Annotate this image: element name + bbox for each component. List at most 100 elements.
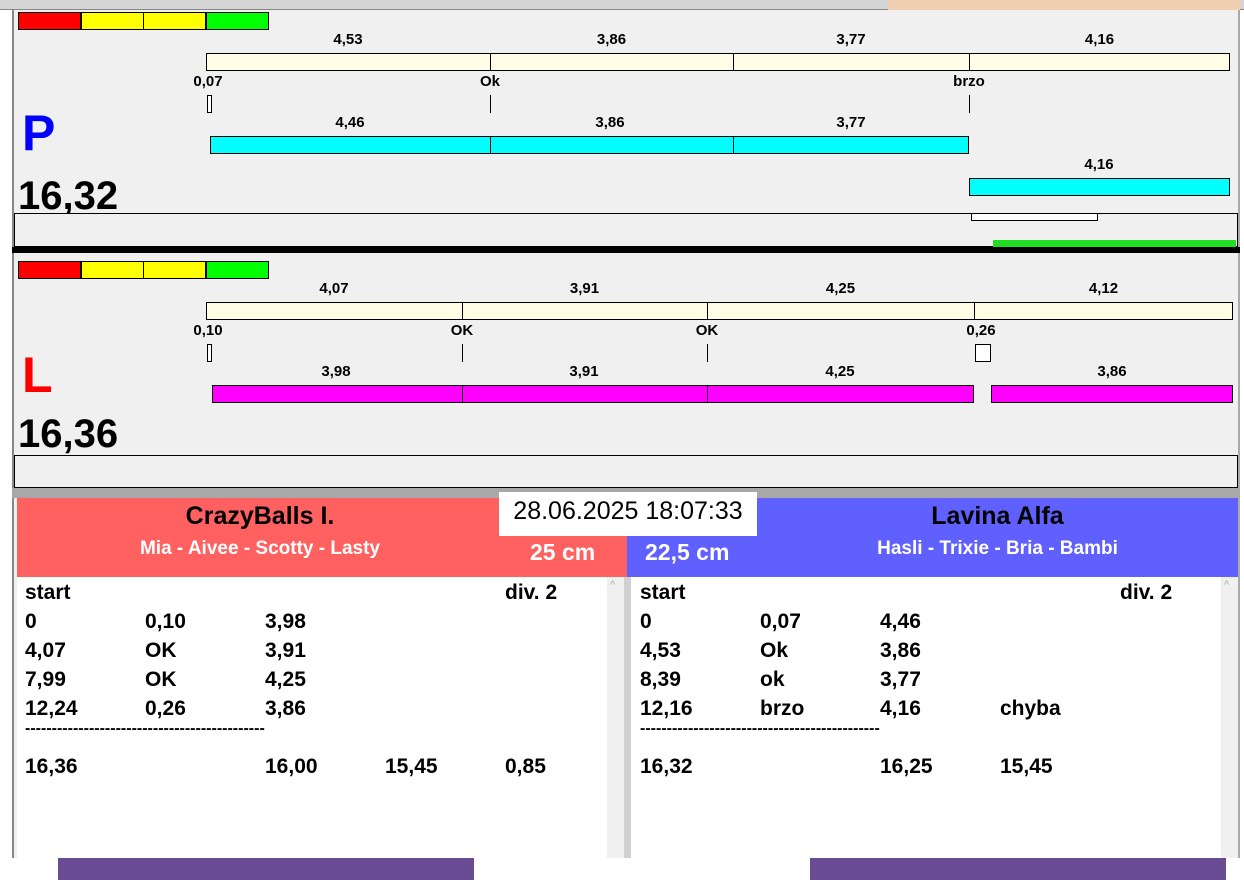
result-cell: OK (145, 668, 177, 691)
split-divider (974, 302, 975, 320)
background-banner-right (810, 858, 1226, 880)
result-cell: 0,10 (145, 610, 186, 633)
right-scrollbar[interactable]: ^ (1221, 577, 1238, 858)
run-time-label: 4,16 (1084, 156, 1114, 173)
split-divider (490, 53, 491, 71)
scroll-up-icon[interactable]: ^ (1224, 579, 1229, 591)
total-cell: 15,45 (385, 755, 438, 778)
run-bar (210, 136, 969, 154)
run-time-label: 3,77 (836, 114, 866, 131)
left-team-dogs: Mia - Aivee - Scotty - Lasty (139, 538, 381, 559)
timestamp: 28.06.2025 18:07:33 (499, 492, 757, 536)
exchange-tick (490, 95, 491, 113)
result-cell: 4,07 (25, 639, 66, 662)
right-team-dogs: Hasli - Trixie - Bria - Bambi (877, 538, 1118, 559)
exchange-marker-label: 0,26 (966, 322, 996, 339)
split-time-label: 3,91 (569, 280, 600, 297)
result-cell: 3,91 (265, 639, 306, 662)
exchange-tick (462, 344, 463, 362)
split-time-label: 3,86 (596, 31, 627, 48)
result-cell: 0,26 (145, 697, 186, 720)
quality-indicator-segment (143, 12, 206, 30)
p-progress-white (971, 213, 1098, 221)
scroll-up-icon[interactable]: ^ (610, 579, 615, 591)
run-time-label: 4,46 (335, 114, 365, 131)
total-cell: 16,32 (640, 755, 693, 778)
quality-indicator-segment (80, 261, 144, 279)
left-scrollbar[interactable]: ^ (607, 577, 624, 858)
total-cell: 16,36 (25, 755, 78, 778)
result-cell: 12,24 (25, 697, 78, 720)
result-cell: 0 (640, 610, 652, 633)
result-cell: 3,86 (880, 639, 921, 662)
result-cell: 0,07 (760, 610, 801, 633)
exchange-marker-label: 0,10 (193, 322, 223, 339)
result-cell: 3,98 (265, 610, 306, 633)
result-cell: 8,39 (640, 668, 681, 691)
lane-divider (12, 247, 1240, 253)
result-cell: 7,99 (25, 668, 66, 691)
split-time-label: 4,53 (333, 31, 363, 48)
left-team-height: 25 cm (530, 539, 596, 565)
split-divider (733, 53, 734, 71)
result-cell: ok (760, 668, 785, 691)
split-time-label: 4,07 (319, 280, 349, 297)
exchange-marker-label: brzo (953, 73, 985, 90)
result-cell: brzo (760, 697, 805, 720)
start-label: start (640, 581, 686, 604)
run-bar (991, 385, 1233, 403)
run-time-label: 3,98 (321, 363, 351, 380)
result-cell: 12,16 (640, 697, 693, 720)
split-divider (707, 302, 708, 320)
division-label: div. 2 (1120, 581, 1173, 604)
lane-l-progress (14, 455, 1238, 488)
run-divider (707, 385, 708, 403)
quality-indicator-segment (80, 12, 144, 30)
split-track (206, 302, 1233, 320)
lane-letter-p: P (22, 105, 56, 161)
right-team-height: 22,5 cm (645, 539, 730, 565)
exchange-marker-label: OK (695, 322, 719, 339)
p-progress-green (993, 240, 1236, 247)
division-label: div. 2 (505, 581, 558, 604)
panel-splitter[interactable] (624, 577, 631, 858)
split-divider (462, 302, 463, 320)
quality-indicator-segment (205, 261, 269, 279)
run-divider (733, 136, 734, 154)
lane-l-total: 16,36 (18, 412, 119, 456)
run-divider (490, 136, 491, 154)
split-time-label: 4,25 (825, 280, 856, 297)
run-time-label: 3,86 (1097, 363, 1127, 380)
exchange-tick (975, 344, 991, 362)
split-track (206, 53, 1230, 71)
left-team-name: CrazyBalls I. (185, 502, 335, 530)
total-cell: 16,00 (265, 755, 318, 778)
background-banner-left (58, 858, 474, 880)
exchange-tick (969, 95, 970, 113)
total-cell: 15,45 (1000, 755, 1053, 778)
exchange-tick (207, 344, 212, 362)
right-results-panel (631, 577, 1221, 858)
run-time-label: 3,91 (569, 363, 599, 380)
result-cell: 3,77 (880, 668, 921, 691)
exchange-tick (207, 95, 212, 113)
result-cell: 4,16 (880, 697, 921, 720)
total-cell: 0,85 (505, 755, 546, 778)
separator-line: ----------------------------------------… (640, 720, 880, 737)
exchange-marker-label: 0,07 (193, 73, 223, 90)
start-label: start (25, 581, 71, 604)
result-cell: 4,25 (265, 668, 306, 691)
run-bar (969, 178, 1230, 196)
result-cell: chyba (1000, 697, 1061, 720)
exchange-marker-label: Ok (479, 73, 501, 90)
split-divider (969, 53, 970, 71)
result-cell: 4,46 (880, 610, 921, 633)
result-cell: Ok (760, 639, 789, 662)
exchange-tick (707, 344, 708, 362)
run-bar (212, 385, 974, 403)
quality-indicator-segment (18, 12, 81, 30)
quality-indicator-segment (18, 261, 81, 279)
quality-indicator-segment (205, 12, 269, 30)
split-time-label: 3,77 (836, 31, 866, 48)
separator-line: ----------------------------------------… (25, 720, 265, 737)
